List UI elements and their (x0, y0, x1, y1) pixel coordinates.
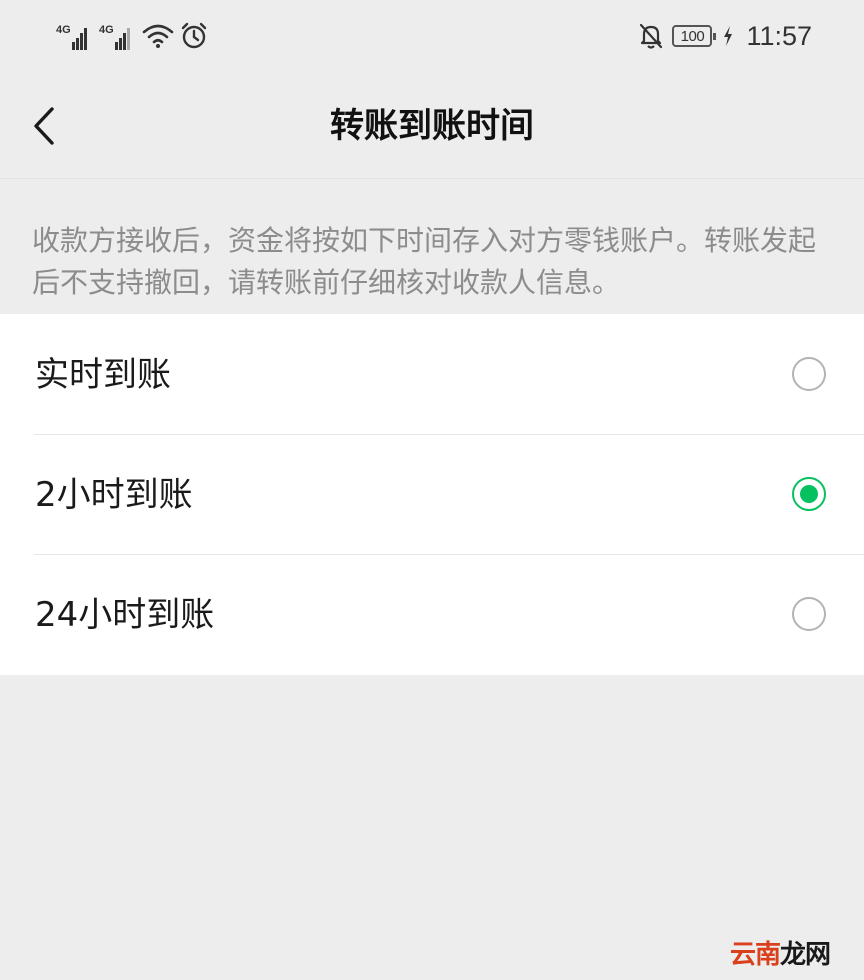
watermark-part2: 龙网 (780, 940, 831, 970)
page-title: 转账到账时间 (330, 106, 534, 146)
arrival-time-options: 实时到账 2小时到账 24小时到账 (0, 314, 864, 675)
watermark: 云南龙网 (730, 934, 831, 971)
network-type-label: 4G (56, 24, 71, 36)
signal-icon: 4G (99, 22, 130, 50)
chevron-left-icon (34, 107, 54, 145)
radio-button[interactable] (792, 477, 826, 511)
status-bar: 4G 4G 100 11:57 (0, 0, 864, 74)
option-label: 24小时到账 (35, 595, 215, 635)
back-button[interactable] (20, 94, 68, 158)
status-right: 100 11:57 (638, 18, 812, 54)
watermark-part1: 云南 (730, 940, 781, 970)
status-time: 11:57 (746, 20, 812, 51)
battery-icon: 100 (672, 25, 717, 47)
option-realtime[interactable]: 实时到账 (0, 314, 864, 434)
wifi-icon (142, 23, 174, 49)
network-type-label: 4G (99, 24, 114, 36)
option-2-hours[interactable]: 2小时到账 (0, 434, 864, 554)
nav-bar: 转账到账时间 (0, 74, 864, 179)
option-label: 2小时到账 (35, 475, 193, 515)
radio-button[interactable] (792, 597, 826, 631)
status-left: 4G 4G (56, 18, 208, 54)
signal-icon: 4G (56, 22, 87, 50)
description-text: 收款方接收后，资金将按如下时间存入对方零钱账户。转账发起后不支持撤回，请转账前仔… (32, 224, 817, 299)
option-label: 实时到账 (35, 355, 171, 395)
alarm-icon (180, 22, 208, 50)
option-24-hours[interactable]: 24小时到账 (0, 554, 864, 674)
battery-level: 100 (680, 27, 705, 45)
radio-button[interactable] (792, 357, 826, 391)
charging-icon (722, 25, 734, 47)
mute-bell-icon (638, 22, 664, 50)
